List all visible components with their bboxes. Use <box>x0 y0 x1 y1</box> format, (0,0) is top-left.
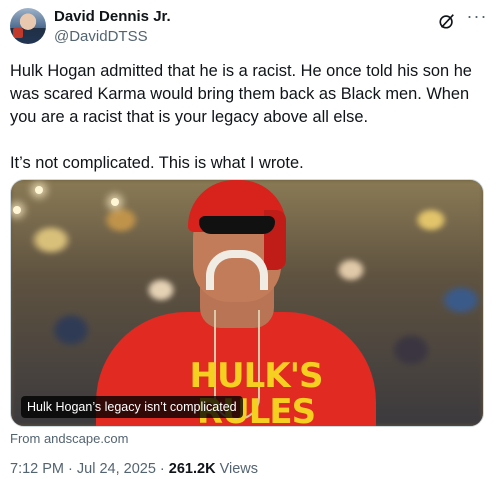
mustache <box>206 250 268 290</box>
author-handle[interactable]: @DavidDTSS <box>54 28 171 46</box>
meta-separator: · <box>64 461 77 477</box>
shirt-text-line-1: HULK'S <box>189 356 324 396</box>
stadium-light <box>35 186 43 194</box>
author-avatar[interactable] <box>10 8 46 44</box>
meta-separator: · <box>155 461 169 477</box>
tweet-time[interactable]: 7:12 PM <box>10 461 64 477</box>
tweet-header: David Dennis Jr. @DavidDTSS ··· <box>10 6 490 48</box>
tweet-date[interactable]: Jul 24, 2025 <box>77 461 156 477</box>
media-caption[interactable]: Hulk Hogan’s legacy isn’t complicated <box>21 396 243 418</box>
author-display-name[interactable]: David Dennis Jr. <box>54 8 171 26</box>
tweet-paragraph-2: It’s not complicated. This is what I wro… <box>10 154 304 172</box>
link-source[interactable]: From andscape.com <box>10 431 129 446</box>
grok-icon[interactable] <box>438 12 456 30</box>
more-icon[interactable]: ··· <box>466 7 488 30</box>
stadium-light <box>13 206 21 214</box>
sunglasses <box>199 216 275 234</box>
author-names: David Dennis Jr. @DavidDTSS <box>54 8 171 46</box>
flag-icon <box>13 28 23 38</box>
views-label: Views <box>215 461 259 477</box>
media-card[interactable]: HULK'S RULES Hulk Hogan’s legacy isn’t c… <box>10 179 484 427</box>
tweet-text: Hulk Hogan admitted that he is a racist.… <box>10 60 494 175</box>
tweet-meta: 7:12 PM · Jul 24, 2025 · 261.2K Views <box>10 461 258 477</box>
hulk-hogan-photo: HULK'S RULES <box>96 180 376 426</box>
views-count[interactable]: 261.2K <box>169 461 216 477</box>
tweet-paragraph-1: Hulk Hogan admitted that he is a racist.… <box>10 62 472 126</box>
